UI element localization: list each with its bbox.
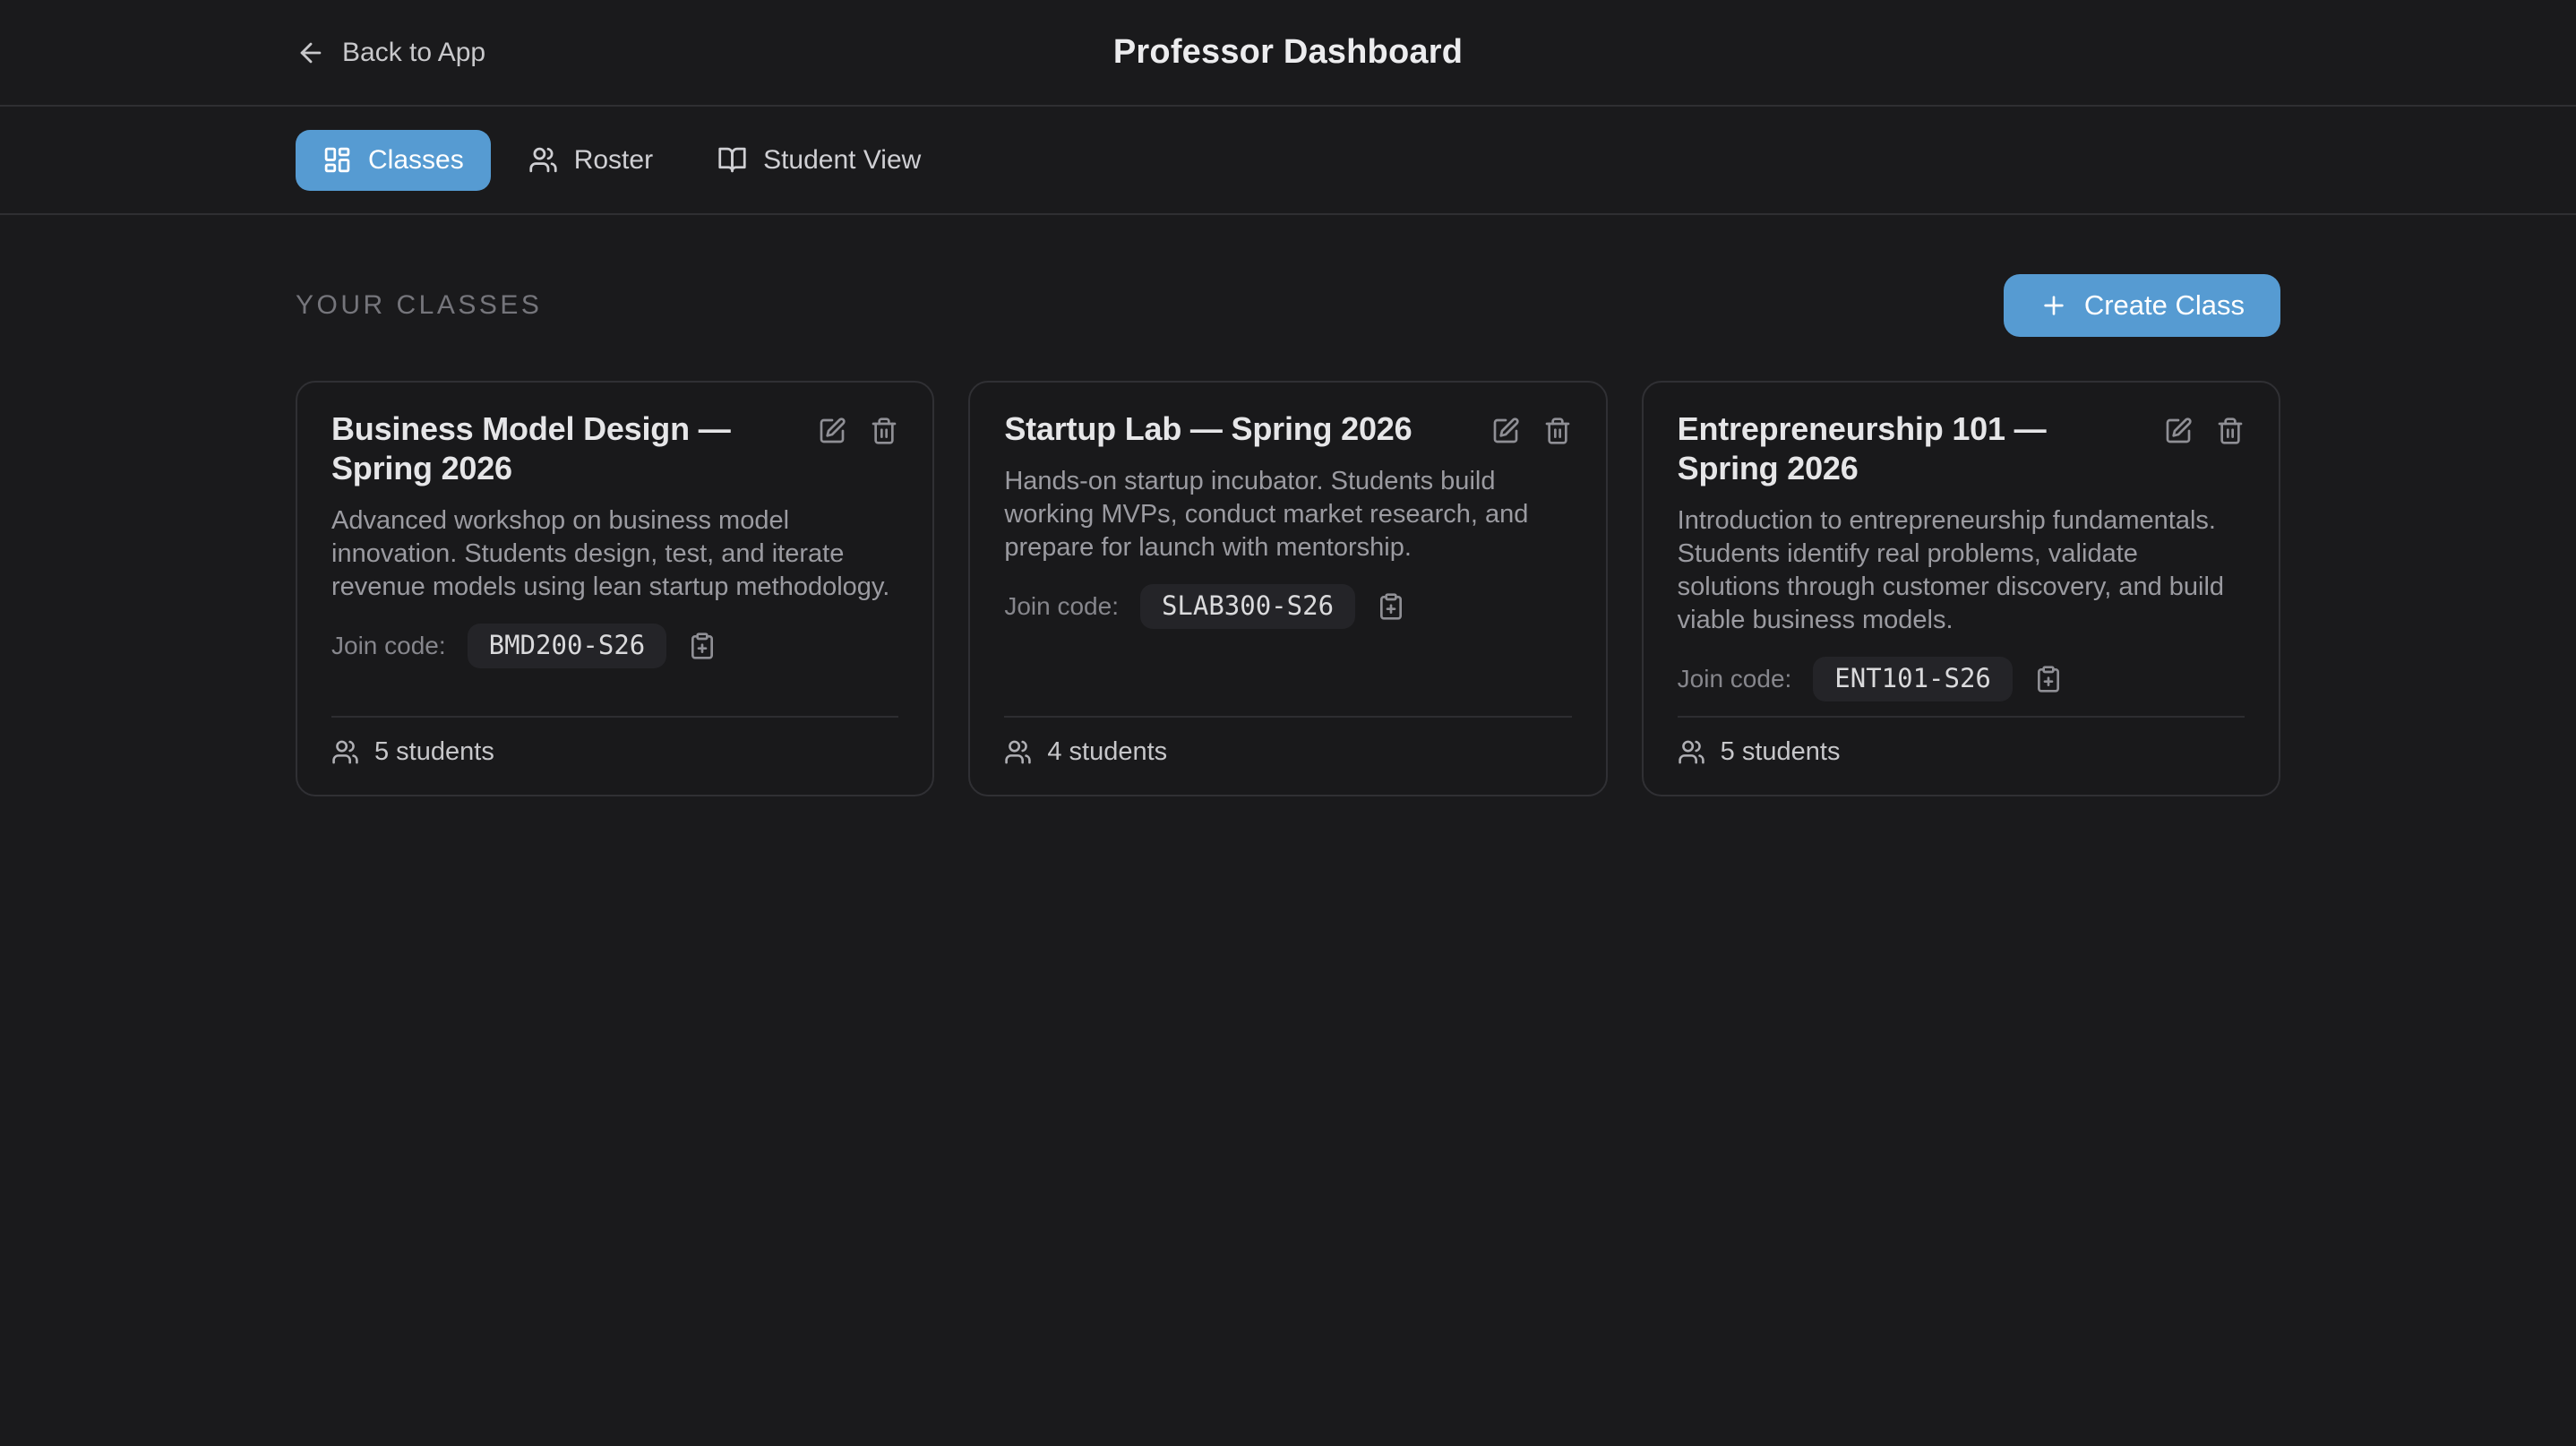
card-actions: [2164, 409, 2245, 445]
tab-student-view[interactable]: Student View: [691, 130, 948, 191]
card-header: Entrepreneurship 101 — Spring 2026: [1678, 409, 2245, 488]
users-icon: [528, 145, 558, 175]
clipboard-plus-icon: [1377, 592, 1405, 621]
join-code-label: Join code:: [1678, 665, 1792, 693]
pencil-square-icon: [818, 417, 846, 445]
class-card: Business Model Design — Spring 2026 Adva…: [296, 381, 934, 796]
plus-icon: [2039, 291, 2068, 320]
arrow-left-icon: [296, 38, 326, 68]
student-count: 5 students: [374, 737, 494, 767]
clipboard-plus-icon: [2034, 665, 2063, 693]
create-class-button[interactable]: Create Class: [2004, 274, 2280, 337]
pencil-square-icon: [1491, 417, 1520, 445]
join-code-row: Join code: ENT101-S26: [1678, 657, 2245, 701]
student-count: 4 students: [1047, 737, 1167, 767]
student-count-row: 5 students: [331, 716, 898, 767]
class-card-grid: Business Model Design — Spring 2026 Adva…: [296, 381, 2280, 796]
card-header: Startup Lab — Spring 2026: [1004, 409, 1571, 449]
join-code-value: BMD200-S26: [468, 624, 667, 668]
copy-code-button[interactable]: [688, 632, 717, 660]
student-count-row: 5 students: [1678, 716, 2245, 767]
join-code-value: SLAB300-S26: [1140, 584, 1355, 629]
page-title: Professor Dashboard: [1113, 33, 1463, 72]
card-header: Business Model Design — Spring 2026: [331, 409, 898, 488]
back-to-app-label: Back to App: [342, 38, 485, 68]
tab-classes[interactable]: Classes: [296, 130, 491, 191]
card-actions: [1491, 409, 1572, 445]
tab-student-view-label: Student View: [763, 145, 921, 176]
edit-class-button[interactable]: [818, 417, 846, 445]
tab-roster[interactable]: Roster: [502, 130, 680, 191]
header-bar: Back to App Professor Dashboard: [0, 0, 2576, 107]
trash-icon: [2216, 417, 2245, 445]
card-actions: [818, 409, 898, 445]
student-count-row: 4 students: [1004, 716, 1571, 767]
tab-bar: Classes Roster Student View: [0, 107, 2576, 215]
pencil-square-icon: [2164, 417, 2193, 445]
users-icon: [331, 738, 359, 766]
tab-roster-label: Roster: [574, 145, 653, 176]
class-description: Introduction to entrepreneurship fundame…: [1678, 504, 2245, 637]
class-title: Business Model Design — Spring 2026: [331, 409, 800, 488]
student-count: 5 students: [1721, 737, 1841, 767]
join-code-row: Join code: SLAB300-S26: [1004, 584, 1571, 629]
section-header-row: YOUR CLASSES Create Class: [296, 274, 2280, 337]
trash-icon: [1543, 417, 1572, 445]
delete-class-button[interactable]: [2216, 417, 2245, 445]
join-code-value: ENT101-S26: [1813, 657, 2013, 701]
clipboard-plus-icon: [688, 632, 717, 660]
join-code-label: Join code:: [331, 632, 446, 660]
layout-dashboard-icon: [322, 145, 352, 175]
section-heading: YOUR CLASSES: [296, 290, 542, 321]
copy-code-button[interactable]: [1377, 592, 1405, 621]
class-title: Startup Lab — Spring 2026: [1004, 409, 1473, 449]
delete-class-button[interactable]: [1543, 417, 1572, 445]
delete-class-button[interactable]: [870, 417, 898, 445]
edit-class-button[interactable]: [1491, 417, 1520, 445]
book-open-icon: [717, 145, 747, 175]
join-code-label: Join code:: [1004, 592, 1119, 621]
users-icon: [1004, 738, 1032, 766]
users-icon: [1678, 738, 1705, 766]
class-description: Hands-on startup incubator. Students bui…: [1004, 465, 1571, 564]
create-class-label: Create Class: [2084, 289, 2245, 322]
join-code-row: Join code: BMD200-S26: [331, 624, 898, 668]
tab-classes-label: Classes: [368, 145, 464, 176]
copy-code-button[interactable]: [2034, 665, 2063, 693]
back-to-app-link[interactable]: Back to App: [296, 38, 485, 68]
class-card: Entrepreneurship 101 — Spring 2026 Intro…: [1642, 381, 2280, 796]
class-description: Advanced workshop on business model inno…: [331, 504, 898, 604]
edit-class-button[interactable]: [2164, 417, 2193, 445]
trash-icon: [870, 417, 898, 445]
class-title: Entrepreneurship 101 — Spring 2026: [1678, 409, 2146, 488]
class-card: Startup Lab — Spring 2026 Hands-on start…: [968, 381, 1607, 796]
